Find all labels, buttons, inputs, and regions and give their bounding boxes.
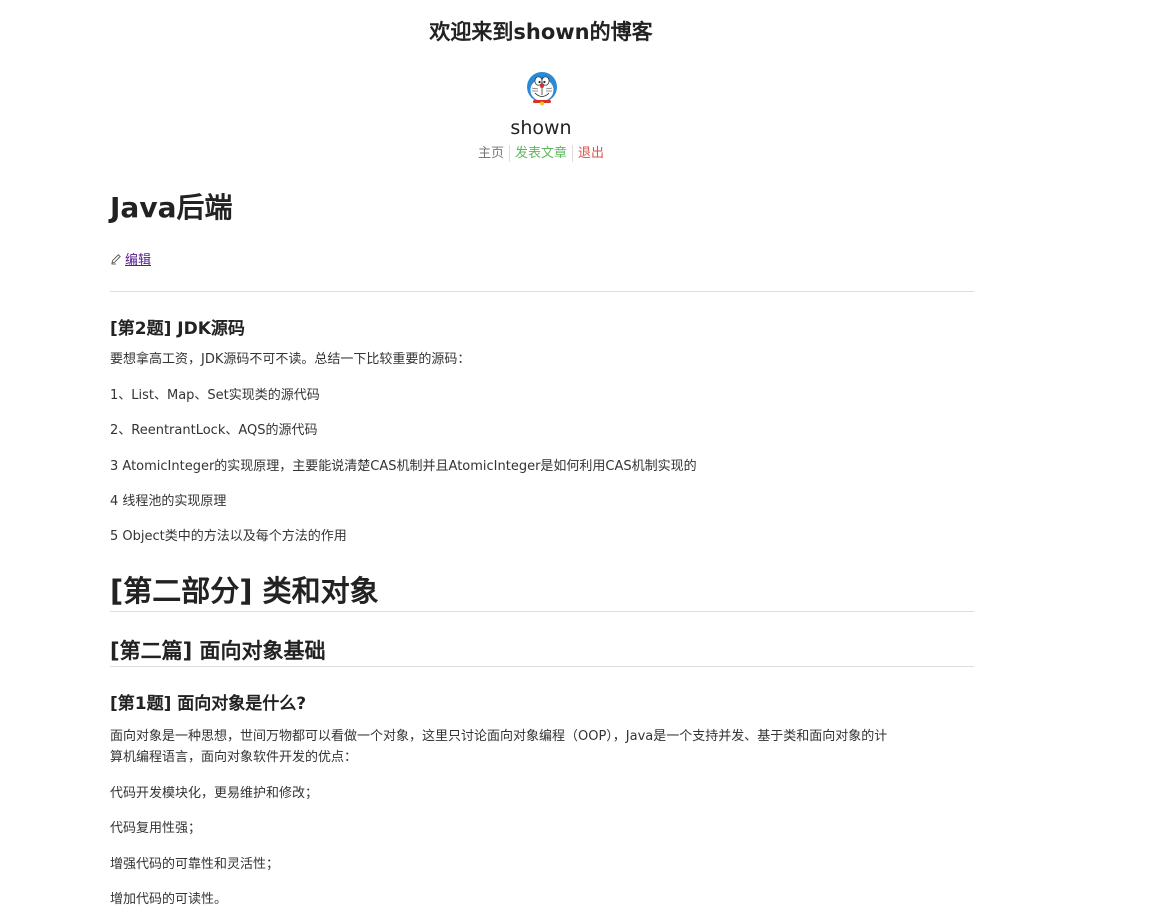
- paragraph: 增强代码的可靠性和灵活性；: [110, 857, 280, 872]
- username: shown: [510, 117, 572, 139]
- divider: [110, 291, 974, 292]
- paragraph: 要想拿高工资，JDK源码不可不读。总结一下比较重要的源码：: [110, 352, 471, 367]
- heading-q1: [第1题] 面向对象是什么?: [110, 694, 307, 714]
- edit-link[interactable]: 编辑: [125, 253, 151, 268]
- top-nav: 主页 发表文章 退出: [0, 145, 1082, 163]
- nav-logout-link[interactable]: 退出: [573, 145, 609, 163]
- pencil-icon: [110, 253, 122, 269]
- nav-home-link[interactable]: 主页: [473, 145, 509, 163]
- avatar[interactable]: [523, 70, 561, 108]
- paragraph: 3 AtomicInteger的实现原理，主要能说清楚CAS机制并且Atomic…: [110, 459, 697, 474]
- doraemon-avatar-icon: [527, 72, 557, 106]
- site-title: 欢迎来到shown的博客: [429, 20, 653, 44]
- paragraph: 面向对象是一种思想，世间万物都可以看做一个对象，这里只讨论面向对象编程（OOP）…: [110, 729, 888, 744]
- paragraph: 2、ReentrantLock、AQS的源代码: [110, 423, 318, 438]
- post-title: Java后端: [110, 191, 233, 224]
- edit-line: 编辑: [110, 249, 151, 269]
- paragraph: 算机编程语言，面向对象软件开发的优点：: [110, 750, 358, 765]
- divider: [110, 611, 974, 612]
- heading-part2: [第二部分] 类和对象: [110, 574, 379, 608]
- paragraph: 5 Object类中的方法以及每个方法的作用: [110, 529, 347, 544]
- divider: [110, 666, 974, 667]
- paragraph: 代码复用性强；: [110, 821, 202, 836]
- paragraph: 增加代码的可读性。: [110, 892, 228, 907]
- heading-chapter2: [第二篇] 面向对象基础: [110, 639, 326, 663]
- paragraph: 4 线程池的实现原理: [110, 494, 227, 509]
- heading-q2: [第2题] JDK源码: [110, 319, 245, 339]
- blog-page: 欢迎来到shown的博客 shown 主页 发表文章 退出 Java后端 编辑 …: [0, 0, 1175, 913]
- paragraph: 代码开发模块化，更易维护和修改；: [110, 786, 319, 801]
- nav-publish-link[interactable]: 发表文章: [510, 145, 572, 163]
- paragraph: 1、List、Map、Set实现类的源代码: [110, 388, 320, 403]
